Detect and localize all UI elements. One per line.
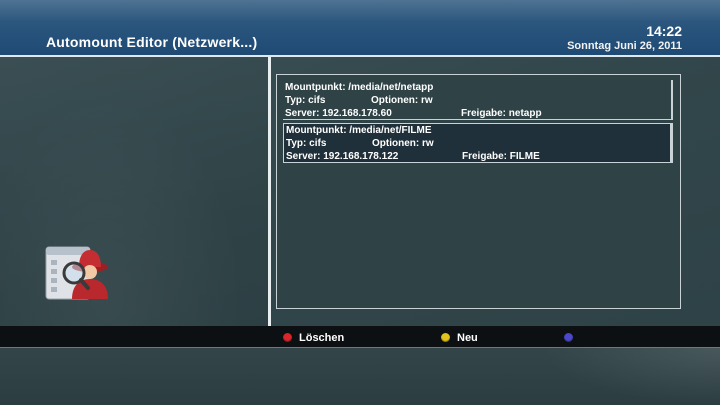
red-button-icon bbox=[283, 333, 292, 342]
mount-list-item[interactable]: Mountpunkt: /media/net/netapp Typ: cifs … bbox=[283, 80, 673, 120]
type-text: Typ: cifs bbox=[286, 138, 327, 149]
mountpoint-text: Mountpunkt: /media/net/FILME bbox=[286, 125, 432, 136]
delete-button[interactable]: Löschen bbox=[283, 331, 344, 344]
mount-list-item-selected[interactable]: Mountpunkt: /media/net/FILME Typ: cifs O… bbox=[283, 123, 673, 163]
yellow-button-icon bbox=[441, 333, 450, 342]
delete-button-label: Löschen bbox=[299, 331, 345, 344]
share-text: Freigabe: netapp bbox=[461, 108, 542, 119]
options-text: Optionen: rw bbox=[372, 138, 434, 149]
header-bar: Automount Editor (Netzwerk...) 14:22 Son… bbox=[0, 0, 720, 57]
new-button[interactable]: Neu bbox=[441, 331, 478, 344]
page-title: Automount Editor (Netzwerk...) bbox=[46, 34, 258, 50]
left-pane bbox=[0, 57, 268, 326]
footer-area bbox=[0, 348, 720, 405]
server-text: Server: 192.168.178.60 bbox=[285, 108, 392, 119]
vertical-divider bbox=[268, 57, 271, 326]
mount-list[interactable]: Mountpunkt: /media/net/netapp Typ: cifs … bbox=[276, 74, 681, 309]
main-area: Mountpunkt: /media/net/netapp Typ: cifs … bbox=[0, 57, 720, 326]
type-text: Typ: cifs bbox=[285, 95, 326, 106]
footer-glow bbox=[540, 348, 720, 405]
server-text: Server: 192.168.178.122 bbox=[286, 151, 399, 162]
button-bar: Löschen Neu bbox=[0, 326, 720, 348]
new-button-label: Neu bbox=[457, 331, 478, 344]
network-user-search-icon bbox=[45, 246, 108, 300]
mountpoint-text: Mountpunkt: /media/net/netapp bbox=[285, 82, 434, 93]
blue-button-icon bbox=[564, 333, 573, 342]
clock: 14:22 bbox=[646, 23, 682, 39]
date-display: Sonntag Juni 26, 2011 bbox=[567, 40, 682, 52]
options-text: Optionen: rw bbox=[371, 95, 433, 106]
blue-button[interactable] bbox=[564, 331, 580, 344]
header-sheen bbox=[0, 0, 720, 22]
share-text: Freigabe: FILME bbox=[462, 151, 540, 162]
